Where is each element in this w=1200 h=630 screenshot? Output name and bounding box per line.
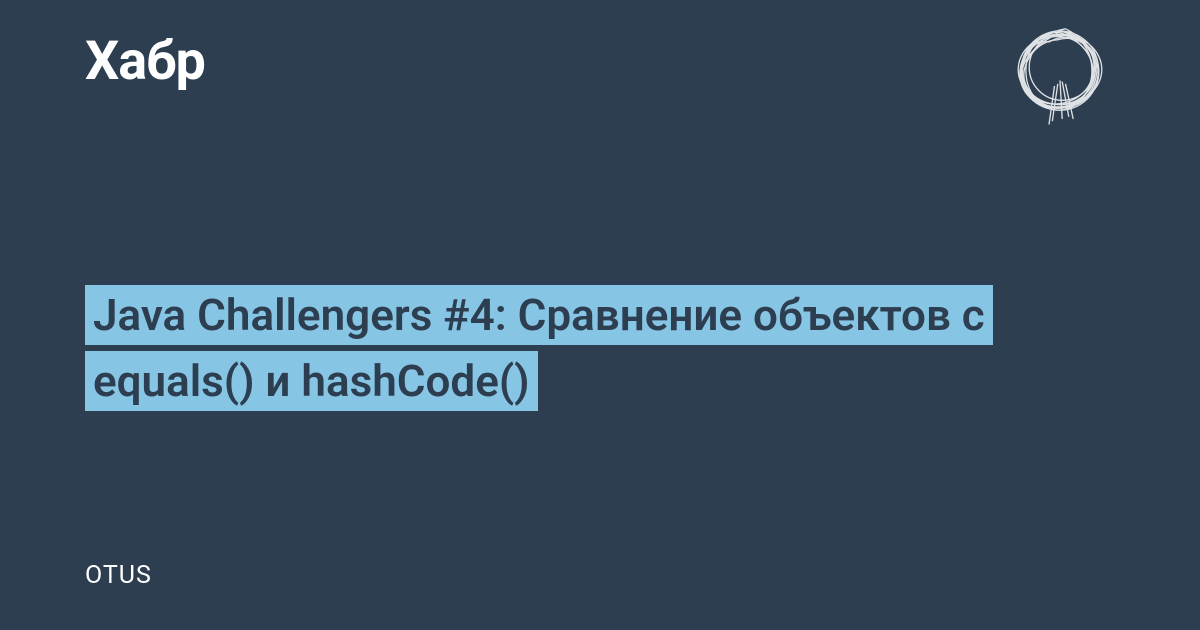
article-title-container: Java Challengers #4: Сравнение объектов …: [85, 282, 1115, 414]
header: Хабр: [85, 30, 1115, 130]
site-logo: Хабр: [85, 30, 205, 93]
article-title-text: Java Challengers #4: Сравнение объектов …: [85, 285, 993, 411]
article-author: OTUS: [85, 561, 152, 590]
article-title: Java Challengers #4: Сравнение объектов …: [85, 282, 1115, 414]
scribble-icon: [1005, 20, 1115, 130]
